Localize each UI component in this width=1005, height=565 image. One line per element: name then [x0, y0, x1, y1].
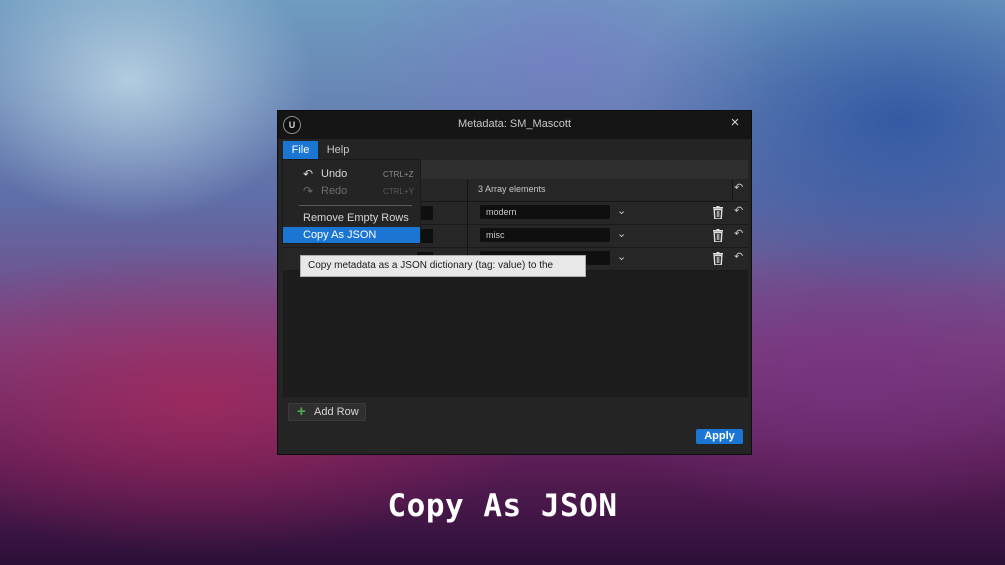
title-bar: U Metadata: SM_Mascott × [278, 111, 751, 139]
undo-label: Undo [321, 168, 348, 180]
reset-icon[interactable]: ↶ [734, 227, 743, 240]
array-count-label: 3 Array elements [478, 184, 546, 194]
copy-as-json-label: Copy As JSON [303, 229, 377, 241]
menu-help[interactable]: Help [322, 141, 354, 159]
trash-icon[interactable] [713, 252, 723, 265]
undo-shortcut: CTRL+Z [383, 170, 414, 179]
value-input[interactable]: misc [480, 228, 610, 242]
remove-empty-rows-label: Remove Empty Rows [303, 212, 409, 224]
add-row-label: Add Row [314, 406, 359, 418]
redo-shortcut: CTRL+Y [383, 187, 414, 196]
close-icon[interactable]: × [725, 113, 745, 133]
reset-icon[interactable]: ↶ [734, 250, 743, 263]
redo-icon: ↷ [303, 184, 314, 198]
tooltip: Copy metadata as a JSON dictionary (tag:… [300, 255, 586, 291]
reset-all-icon[interactable]: ↶ [734, 181, 743, 194]
reset-icon[interactable]: ↶ [734, 204, 743, 217]
column-divider [732, 179, 733, 201]
menu-file[interactable]: File [283, 141, 318, 159]
redo-label: Redo [321, 185, 348, 197]
menu-item-copy-as-json[interactable]: Copy As JSON [283, 227, 420, 243]
chevron-down-icon[interactable]: ⌄ [617, 204, 626, 217]
add-row-button[interactable]: + Add Row [288, 403, 366, 421]
window-title: Metadata: SM_Mascott [457, 118, 572, 130]
menu-separator [299, 205, 412, 206]
menu-item-remove-empty-rows[interactable]: Remove Empty Rows [283, 210, 420, 226]
file-menu-dropdown: ↶ Undo CTRL+Z ↷ Redo CTRL+Y Remove Empty… [282, 159, 421, 244]
menu-item-undo[interactable]: ↶ Undo CTRL+Z [283, 166, 420, 182]
caption-text: Copy As JSON [387, 488, 618, 524]
undo-icon: ↶ [303, 167, 314, 181]
chevron-down-icon[interactable]: ⌄ [617, 250, 626, 263]
chevron-down-icon[interactable]: ⌄ [617, 227, 626, 240]
plus-icon: + [297, 403, 306, 420]
menu-item-redo[interactable]: ↷ Redo CTRL+Y [283, 183, 420, 199]
trash-icon[interactable] [713, 229, 723, 242]
apply-button[interactable]: Apply [696, 429, 743, 444]
value-input[interactable]: modern [480, 205, 610, 219]
trash-icon[interactable] [713, 206, 723, 219]
menu-bar: File Help [278, 141, 751, 160]
